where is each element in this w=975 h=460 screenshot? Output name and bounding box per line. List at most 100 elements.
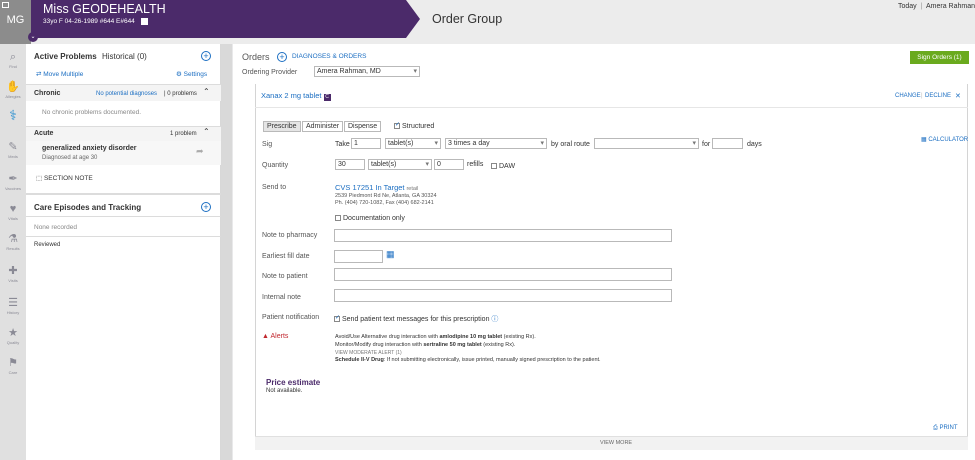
take-unit-select[interactable]: tablet(s) <box>385 138 441 149</box>
route-select[interactable] <box>594 138 699 149</box>
panel-gutter <box>221 44 232 460</box>
duration-input[interactable] <box>712 138 743 149</box>
visits-icon: ✚ <box>8 265 18 277</box>
quantity-input[interactable]: 30 <box>335 159 365 170</box>
note-icon: ⬚ <box>36 175 43 182</box>
tab-dispense[interactable]: Dispense <box>344 121 382 132</box>
internal-note-input[interactable] <box>334 289 672 302</box>
days-label: days <box>747 141 762 148</box>
alerts-label: ▲ Alerts <box>262 333 289 340</box>
rail-results[interactable]: ⚗ Results <box>0 234 26 252</box>
view-moderate-alert-link[interactable]: VIEW MODERATE ALERT (1) <box>335 350 402 356</box>
calendar-icon[interactable]: ▦ <box>386 249 395 260</box>
refills-label: refills <box>467 161 484 168</box>
take-quantity-input[interactable]: 1 <box>351 138 381 149</box>
search-icon: ⌕ <box>9 51 17 63</box>
rail-care[interactable]: ⚑ Care <box>0 358 26 376</box>
chevron-up-icon[interactable]: ⌃ <box>203 87 210 96</box>
no-potential-diagnoses-link[interactable]: No potential diagnoses <box>96 91 157 97</box>
gear-icon: ⚙ <box>176 71 182 78</box>
acute-count: 1 problem <box>170 131 197 137</box>
left-panel: Active Problems Historical (0) + ⇄ Move … <box>26 44 221 460</box>
patient-name: Miss GEODEHEALTH <box>43 2 166 16</box>
pharmacy-name[interactable]: CVS 17251 In Target retail <box>335 183 418 192</box>
for-label: for <box>702 141 711 148</box>
quality-icon: ★ <box>8 327 18 339</box>
today-link[interactable]: Today <box>898 3 917 10</box>
patient-card-icon[interactable] <box>140 18 148 25</box>
collapse-icon[interactable]: ⌄ <box>28 32 38 42</box>
move-multiple-link[interactable]: ⇄ Move Multiple <box>36 70 83 78</box>
settings-link[interactable]: ⚙ Settings <box>176 70 207 78</box>
refills-input[interactable]: 0 <box>434 159 464 170</box>
divider <box>26 193 221 195</box>
ordering-provider-label: Ordering Provider <box>242 69 298 76</box>
close-icon[interactable]: ✕ <box>955 92 961 100</box>
add-order-icon[interactable]: + <box>277 52 287 62</box>
rail-quality[interactable]: ★ Quality <box>0 327 26 346</box>
pharmacy-phone: Ph. (404) 720-1082, Fax (404) 682-2141 <box>335 200 434 206</box>
calculator-icon: ▦ <box>921 137 927 143</box>
meds-icon: ✎ <box>8 141 18 153</box>
active-problems-header: Active Problems Historical (0) <box>34 52 147 61</box>
documentation-only-checkbox[interactable]: Documentation only <box>335 215 405 222</box>
notification-icon[interactable] <box>2 2 9 8</box>
problem-detail: Diagnosed at age 30 <box>42 155 98 161</box>
warning-icon: ▲ <box>262 333 269 340</box>
rail-vitals[interactable]: ♥ Vitals <box>0 203 26 222</box>
change-link[interactable]: CHANGE <box>895 93 921 99</box>
take-label: Take <box>335 141 350 148</box>
alert-amlodipine: Avoid/Use Alternative drug interaction w… <box>335 334 536 340</box>
note-to-pharmacy-input[interactable] <box>334 229 672 242</box>
quantity-unit-select[interactable]: tablet(s) <box>368 159 432 170</box>
drug-name[interactable]: Xanax 2 mg tablet C <box>261 91 331 101</box>
user-name[interactable]: Amera Rahman <box>926 3 975 10</box>
acute-title: Acute <box>34 130 54 137</box>
rail-meds[interactable]: ✎ Meds <box>0 141 26 160</box>
vitals-icon: ♥ <box>9 203 17 215</box>
order-panel: Orders + DIAGNOSES & ORDERS Sign Orders … <box>233 44 975 460</box>
rail-diagnosis[interactable]: ⚕ <box>0 108 26 122</box>
header-user[interactable]: Today | Amera Rahman <box>898 3 975 10</box>
sign-orders-button[interactable]: Sign Orders (1) <box>910 51 969 64</box>
chevron-up-icon[interactable]: ⌃ <box>203 127 210 136</box>
calculator-button[interactable]: ▦ CALCULATOR <box>921 136 968 143</box>
alert-sertraline: Monitor/Modify drug interaction with ser… <box>335 342 516 348</box>
tab-prescribe[interactable]: Prescribe <box>263 121 301 132</box>
rail-history[interactable]: ☰ History <box>0 298 26 316</box>
problem-item[interactable]: generalized anxiety disorder Diagnosed a… <box>26 141 221 165</box>
structured-checkbox[interactable]: Structured <box>394 121 434 130</box>
view-more-link[interactable]: VIEW MORE <box>600 440 632 446</box>
tab-administer[interactable]: Administer <box>302 121 344 132</box>
daw-checkbox[interactable]: DAW <box>491 163 515 170</box>
decline-link[interactable]: DECLINE <box>925 93 951 99</box>
patient-notification-checkbox[interactable]: Send patient text messages for this pres… <box>334 314 498 324</box>
diagnoses-orders-link[interactable]: DIAGNOSES & ORDERS <box>292 53 366 60</box>
move-arrow-icon[interactable]: ➦ <box>196 146 204 157</box>
price-estimate-value: Not available. <box>266 388 303 394</box>
rail-vaccines[interactable]: ✒ Vaccines <box>0 174 26 192</box>
note-to-patient-input[interactable] <box>334 268 672 281</box>
left-rail: ⌕ Find ✋ Allergies ⚕ ✎ Meds ✒ Vaccines ♥ Vita… <box>0 44 26 460</box>
price-estimate-title: Price estimate <box>266 378 321 387</box>
earliest-fill-input[interactable] <box>334 250 383 263</box>
historical-tab[interactable]: Historical (0) <box>102 52 147 61</box>
route-label: by oral route <box>551 141 590 148</box>
rail-find[interactable]: ⌕ Find <box>0 51 26 70</box>
allergies-icon: ✋ <box>6 81 20 93</box>
note-to-pharmacy-label: Note to pharmacy <box>262 232 318 239</box>
section-note-button[interactable]: ⬚ SECTION NOTE <box>36 174 93 182</box>
rail-visits[interactable]: ✚ Visits <box>0 265 26 284</box>
send-to-label: Send to <box>262 184 287 191</box>
add-problem-icon[interactable]: + <box>201 51 211 61</box>
printer-icon: ⎙ <box>933 425 938 431</box>
rail-allergies[interactable]: ✋ Allergies <box>0 81 26 100</box>
add-care-episode-icon[interactable]: + <box>201 202 211 212</box>
divider <box>26 236 221 237</box>
page-title: Order Group <box>432 12 503 26</box>
info-icon[interactable]: ⓘ <box>491 316 498 323</box>
print-button[interactable]: ⎙ PRINT <box>933 425 957 432</box>
frequency-select[interactable]: 3 times a day <box>445 138 547 149</box>
ordering-provider-select[interactable]: Amera Rahman, MD <box>314 66 420 77</box>
divider <box>255 107 968 108</box>
